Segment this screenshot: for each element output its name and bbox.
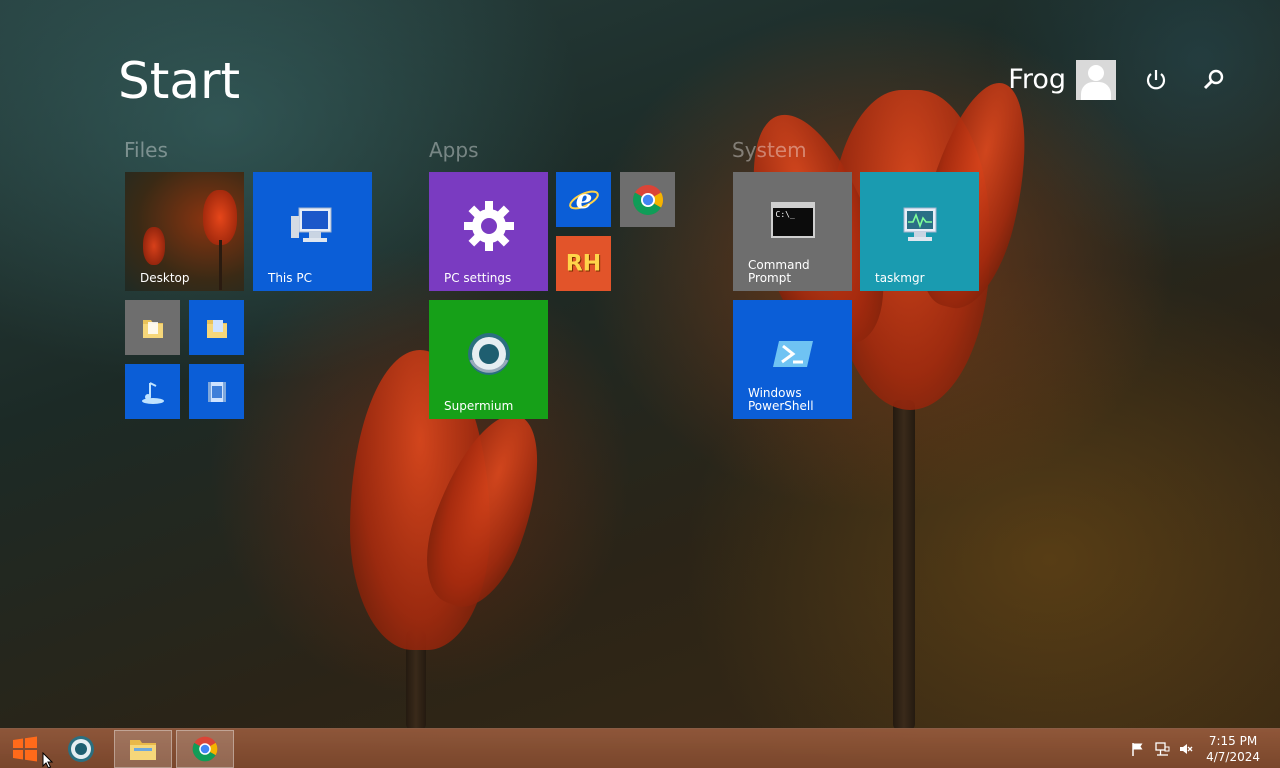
command-prompt-icon-text: C:\_ xyxy=(775,209,795,219)
chrome-icon xyxy=(632,184,663,215)
computer-icon xyxy=(290,207,331,242)
group-label-files[interactable]: Files xyxy=(124,138,168,162)
rh-logo-icon: RH xyxy=(565,251,602,276)
power-button[interactable] xyxy=(1142,66,1170,94)
flag-icon[interactable] xyxy=(1130,741,1146,757)
tile-taskmgr[interactable]: taskmgr xyxy=(860,172,979,291)
search-icon xyxy=(1203,69,1224,90)
tile-folder-pictures[interactable] xyxy=(189,300,244,355)
windows-logo-icon xyxy=(13,736,37,762)
tile-chrome-small[interactable] xyxy=(620,172,675,227)
user-area: Frog xyxy=(0,60,1280,100)
tile-command-prompt-label: Command Prompt xyxy=(748,258,810,285)
tile-this-pc-label: This PC xyxy=(268,271,312,285)
volume-muted-icon[interactable] xyxy=(1178,741,1194,757)
video-icon xyxy=(207,381,226,402)
power-icon xyxy=(1146,70,1166,90)
tile-this-pc[interactable]: This PC xyxy=(253,172,372,291)
chrome-icon xyxy=(192,736,218,762)
user-name[interactable]: Frog xyxy=(1008,64,1066,95)
clock-date: 4/7/2024 xyxy=(1206,750,1260,764)
task-manager-icon xyxy=(903,207,936,241)
tile-command-prompt[interactable]: C:\_ Command Prompt xyxy=(733,172,852,291)
tile-windows-powershell-label: Windows PowerShell xyxy=(748,386,814,413)
clock-time: 7:15 PM xyxy=(1208,734,1258,748)
tile-windows-powershell[interactable]: Windows PowerShell xyxy=(733,300,852,419)
taskbar-file-explorer[interactable] xyxy=(114,730,172,768)
tile-music[interactable] xyxy=(125,364,180,419)
mouse-cursor-icon xyxy=(42,752,54,768)
folder-icon xyxy=(142,319,163,338)
tile-taskmgr-label: taskmgr xyxy=(875,271,925,285)
gear-icon xyxy=(463,200,514,251)
taskbar-supermium[interactable] xyxy=(52,730,110,768)
supermium-icon xyxy=(467,332,510,375)
group-label-system[interactable]: System xyxy=(732,138,807,162)
tile-folder-documents[interactable] xyxy=(125,300,180,355)
folder-icon xyxy=(130,740,156,760)
tile-internet-explorer[interactable]: e xyxy=(556,172,611,227)
music-icon xyxy=(141,381,164,404)
supermium-icon xyxy=(68,736,94,762)
internet-explorer-icon: e xyxy=(568,185,599,215)
powershell-icon xyxy=(772,340,813,367)
tile-supermium-label: Supermium xyxy=(444,399,514,413)
command-prompt-icon: C:\_ xyxy=(770,201,815,238)
tile-videos[interactable] xyxy=(189,364,244,419)
user-avatar[interactable] xyxy=(1076,60,1116,100)
tile-desktop-label: Desktop xyxy=(140,271,190,285)
tile-rh-app[interactable]: RH xyxy=(556,236,611,291)
svg-text:e: e xyxy=(575,185,592,215)
network-icon[interactable] xyxy=(1154,741,1170,757)
tile-pc-settings-label: PC settings xyxy=(444,271,512,285)
search-button[interactable] xyxy=(1200,66,1228,94)
taskbar: 7:15 PM 4/7/2024 xyxy=(0,728,1280,768)
tile-desktop[interactable]: Desktop xyxy=(125,172,244,291)
taskbar-clock[interactable]: 7:15 PM 4/7/2024 xyxy=(1206,733,1260,765)
taskbar-chrome[interactable] xyxy=(176,730,234,768)
tile-supermium[interactable]: Supermium xyxy=(429,300,548,419)
group-label-apps[interactable]: Apps xyxy=(429,138,479,162)
tile-pc-settings[interactable]: PC settings xyxy=(429,172,548,291)
folder-icon xyxy=(206,319,227,338)
